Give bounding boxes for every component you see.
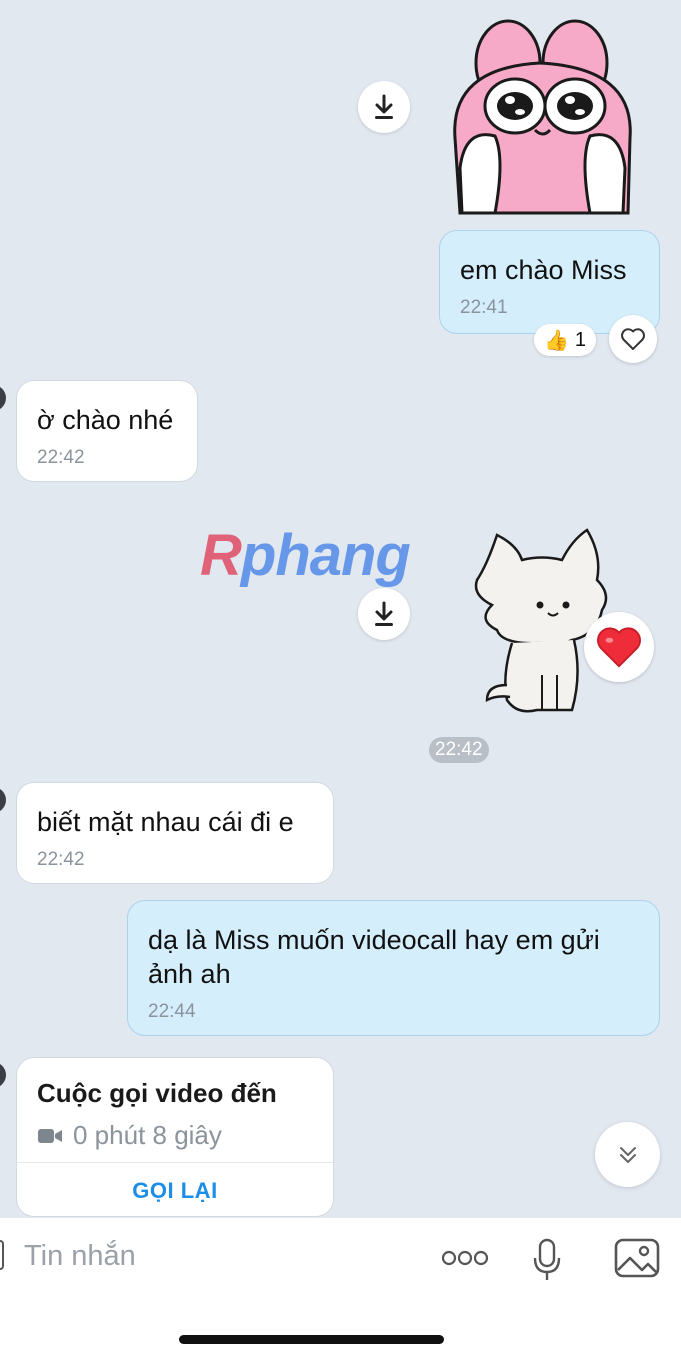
home-indicator[interactable] [179, 1335, 444, 1344]
video-call-card[interactable]: Cuộc gọi video đến 0 phút 8 giây GỌI LẠI [16, 1057, 334, 1217]
download-icon [375, 601, 393, 626]
download-button[interactable] [358, 588, 410, 640]
pink-bunny-sticker[interactable] [440, 18, 645, 218]
message-text: biết mặt nhau cái đi e [37, 807, 294, 837]
download-icon [375, 94, 393, 119]
time-pill: 22:42 [429, 737, 489, 763]
message-bubble-incoming[interactable]: ờ chào nhé 22:42 [16, 380, 198, 482]
image-icon [614, 1238, 660, 1278]
message-input[interactable]: Tin nhắn [24, 1240, 136, 1273]
call-duration: 0 phút 8 giây [37, 1120, 222, 1151]
watermark-logo: Rphang [200, 523, 411, 588]
reaction-count: 1 [574, 328, 587, 351]
chevrons-down-icon [619, 1146, 636, 1163]
avatar[interactable] [0, 1062, 6, 1088]
message-text: em chào Miss [460, 255, 627, 285]
call-duration-text: 0 phút 8 giây [73, 1120, 222, 1150]
message-bubble-outgoing[interactable]: dạ là Miss muốn videocall hay em gửi ảnh… [127, 900, 660, 1036]
call-title: Cuộc gọi video đến [37, 1078, 277, 1108]
voice-button[interactable] [528, 1236, 566, 1284]
heart-outline-icon [621, 328, 645, 350]
react-button[interactable] [609, 315, 657, 363]
message-time: 22:44 [148, 1001, 196, 1022]
message-text: ờ chào nhé [37, 405, 174, 435]
more-button[interactable] [438, 1242, 492, 1274]
more-dots-icon [441, 1250, 489, 1266]
message-text: dạ là Miss muốn videocall hay em gửi ảnh… [148, 925, 600, 989]
emoji-button-edge[interactable] [0, 1240, 4, 1270]
chat-area[interactable]: em chào Miss 22:41 👍 1 ờ chào nhé 22:42 … [0, 0, 681, 1218]
image-button[interactable] [612, 1236, 662, 1280]
message-time: 22:42 [37, 447, 85, 468]
avatar[interactable] [0, 787, 6, 813]
message-bubble-incoming[interactable]: biết mặt nhau cái đi e 22:42 [16, 782, 334, 884]
message-time: 22:41 [460, 297, 508, 318]
divider [17, 1162, 333, 1163]
message-time: 22:42 [37, 849, 85, 870]
reaction-badge[interactable] [584, 612, 654, 682]
thumbs-up-icon: 👍 [544, 329, 569, 352]
download-button[interactable] [358, 81, 410, 133]
avatar[interactable] [0, 385, 6, 411]
video-camera-icon [38, 1128, 62, 1143]
reaction-chip[interactable]: 👍 1 [534, 324, 597, 356]
heart-icon [597, 627, 641, 668]
scroll-to-bottom-button[interactable] [595, 1122, 660, 1187]
microphone-icon [533, 1238, 561, 1280]
call-back-button[interactable]: GỌI LẠI [17, 1178, 333, 1204]
